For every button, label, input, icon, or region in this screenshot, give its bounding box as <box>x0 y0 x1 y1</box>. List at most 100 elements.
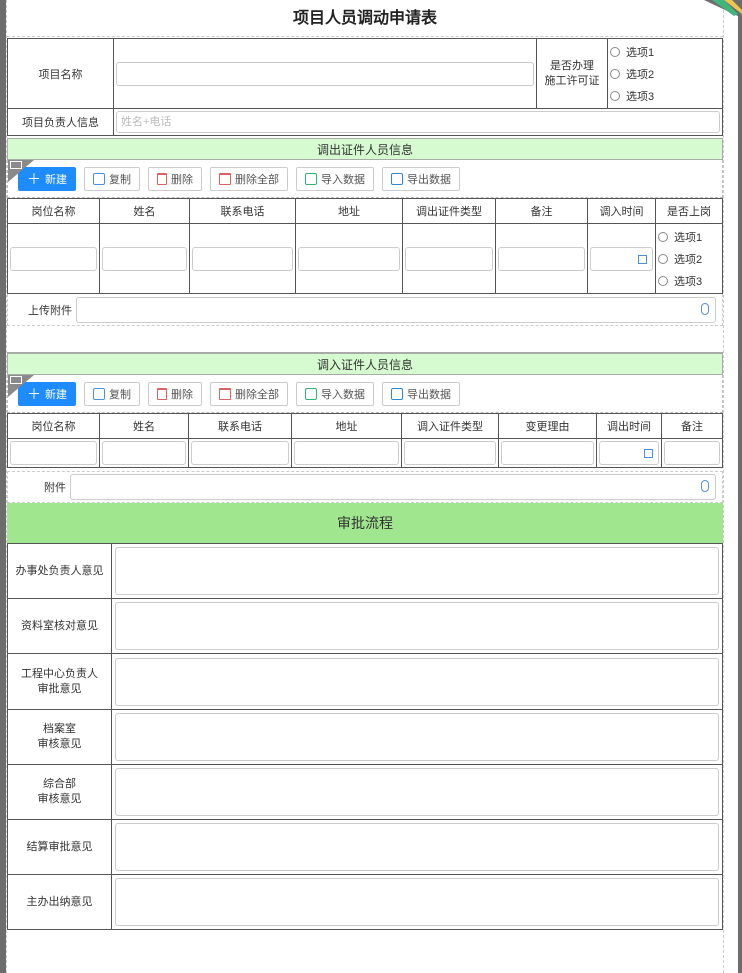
export-button[interactable]: 导出数据 <box>382 381 460 406</box>
approval-header: 审批流程 <box>7 503 723 543</box>
approval-table: 办事处负责人意见 资料室核对意见 工程中心负责人 审批意见 档案室 审核意见 综合部… <box>7 543 723 930</box>
column-header: 姓名 <box>99 198 190 224</box>
reason-input[interactable] <box>501 441 594 465</box>
project-name-label: 项目名称 <box>7 38 114 109</box>
column-header: 地址 <box>295 198 403 224</box>
remark-input[interactable] <box>498 246 585 271</box>
copy-button[interactable]: 复制 <box>84 166 140 191</box>
column-header: 岗位名称 <box>7 413 100 439</box>
table-row <box>7 438 723 468</box>
column-header: 备注 <box>495 198 588 224</box>
trash-all-icon <box>219 172 231 185</box>
export-button[interactable]: 导出数据 <box>382 166 460 191</box>
paperclip-icon[interactable] <box>701 480 709 492</box>
radio-icon <box>658 231 668 242</box>
approval-row: 综合部 审核意见 <box>7 764 723 820</box>
leader-input[interactable]: 姓名+电话 <box>116 111 720 133</box>
phone-input[interactable] <box>192 246 293 271</box>
calendar-icon[interactable] <box>644 449 653 458</box>
import-icon <box>305 387 317 400</box>
permit-option-2[interactable]: 选项2 <box>608 63 722 85</box>
column-header: 是否上岗 <box>655 198 723 224</box>
import-icon <box>305 172 317 185</box>
permit-label-line1: 是否办理 <box>550 59 594 72</box>
radio-icon <box>658 253 668 264</box>
address-input[interactable] <box>298 246 400 271</box>
trash-icon <box>157 172 167 185</box>
export-icon <box>391 172 403 185</box>
attachment-label: 附件 <box>44 482 66 494</box>
scroll-gutter <box>724 0 738 973</box>
in-toolbar: ＋新建 复制 删除 删除全部 导入数据 导出数据 <box>7 375 723 413</box>
approval-row: 主办出纳意见 <box>7 874 723 930</box>
import-button[interactable]: 导入数据 <box>296 381 374 406</box>
opinion-textarea[interactable] <box>115 768 719 816</box>
column-header: 调出时间 <box>596 413 662 439</box>
upload-field[interactable] <box>76 296 716 323</box>
paperclip-icon[interactable] <box>701 302 709 315</box>
onduty-option-3[interactable]: 选项3 <box>656 270 722 292</box>
opinion-textarea[interactable] <box>115 547 719 595</box>
opinion-textarea[interactable] <box>115 657 719 706</box>
delete-all-button[interactable]: 删除全部 <box>210 166 288 191</box>
trash-all-icon <box>219 387 231 400</box>
approval-row: 工程中心负责人 审批意见 <box>7 653 723 710</box>
remark-input[interactable] <box>664 441 720 465</box>
approval-row: 结算审批意见 <box>7 819 723 875</box>
approval-row: 资料室核对意见 <box>7 598 723 654</box>
attachment-field[interactable] <box>70 474 716 500</box>
radio-icon <box>658 275 668 286</box>
radio-icon <box>610 90 620 101</box>
opinion-textarea[interactable] <box>115 878 719 926</box>
permit-label-line2: 施工许可证 <box>544 74 600 87</box>
delete-all-button[interactable]: 删除全部 <box>210 381 288 406</box>
approval-row: 办事处负责人意见 <box>7 543 723 599</box>
name-input[interactable] <box>102 246 187 271</box>
delete-button[interactable]: 删除 <box>148 166 202 191</box>
out-upload-row: 上传附件 <box>7 294 723 326</box>
delete-button[interactable]: 删除 <box>148 381 202 406</box>
column-header: 调入时间 <box>587 198 656 224</box>
copy-icon <box>93 387 105 400</box>
permit-option-3[interactable]: 选项3 <box>608 85 722 107</box>
cert-type-input[interactable] <box>405 246 493 271</box>
project-name-input[interactable] <box>116 61 534 86</box>
corner-decoration <box>704 0 742 18</box>
position-input[interactable] <box>10 441 97 465</box>
form-title: 项目人员调动申请表 <box>7 0 723 37</box>
export-icon <box>391 387 403 400</box>
out-grid: 岗位名称 姓名 联系电话 地址 调出证件类型 备注 调入时间 是否上岗 选项1 … <box>7 198 723 294</box>
calendar-icon[interactable] <box>638 254 647 264</box>
column-header: 变更理由 <box>498 413 597 439</box>
cert-type-input[interactable] <box>404 441 496 465</box>
radio-icon <box>610 46 620 57</box>
table-row: 选项1 选项2 选项3 <box>7 223 723 294</box>
grid-icon <box>10 376 22 384</box>
address-input[interactable] <box>294 441 399 465</box>
approval-row: 档案室 审核意见 <box>7 709 723 765</box>
name-input[interactable] <box>102 441 186 465</box>
permit-option-1[interactable]: 选项1 <box>608 41 722 63</box>
out-toolbar: ＋新建 复制 删除 删除全部 导入数据 导出数据 <box>7 160 723 198</box>
in-section-header: 调入证件人员信息 <box>7 353 723 375</box>
opinion-textarea[interactable] <box>115 713 719 761</box>
date-input[interactable] <box>590 246 653 271</box>
onduty-option-1[interactable]: 选项1 <box>656 226 722 248</box>
column-header: 联系电话 <box>188 413 292 439</box>
date-input[interactable] <box>599 441 659 465</box>
column-header: 备注 <box>661 413 723 439</box>
import-button[interactable]: 导入数据 <box>296 166 374 191</box>
phone-input[interactable] <box>191 441 289 465</box>
column-header: 调入证件类型 <box>401 413 499 439</box>
project-info-table: 项目名称 是否办理 施工许可证 选项1 选项2 选项3 项目负责人信息 姓名+电… <box>7 38 723 136</box>
onduty-option-2[interactable]: 选项2 <box>656 248 722 270</box>
opinion-textarea[interactable] <box>115 823 719 871</box>
opinion-textarea[interactable] <box>115 602 719 650</box>
column-header: 调出证件类型 <box>402 198 496 224</box>
radio-icon <box>610 68 620 79</box>
in-grid: 岗位名称 姓名 联系电话 地址 调入证件类型 变更理由 调出时间 备注 <box>7 413 723 468</box>
position-input[interactable] <box>10 246 97 271</box>
copy-button[interactable]: 复制 <box>84 381 140 406</box>
leader-label: 项目负责人信息 <box>7 108 114 136</box>
grid-icon <box>10 161 22 169</box>
